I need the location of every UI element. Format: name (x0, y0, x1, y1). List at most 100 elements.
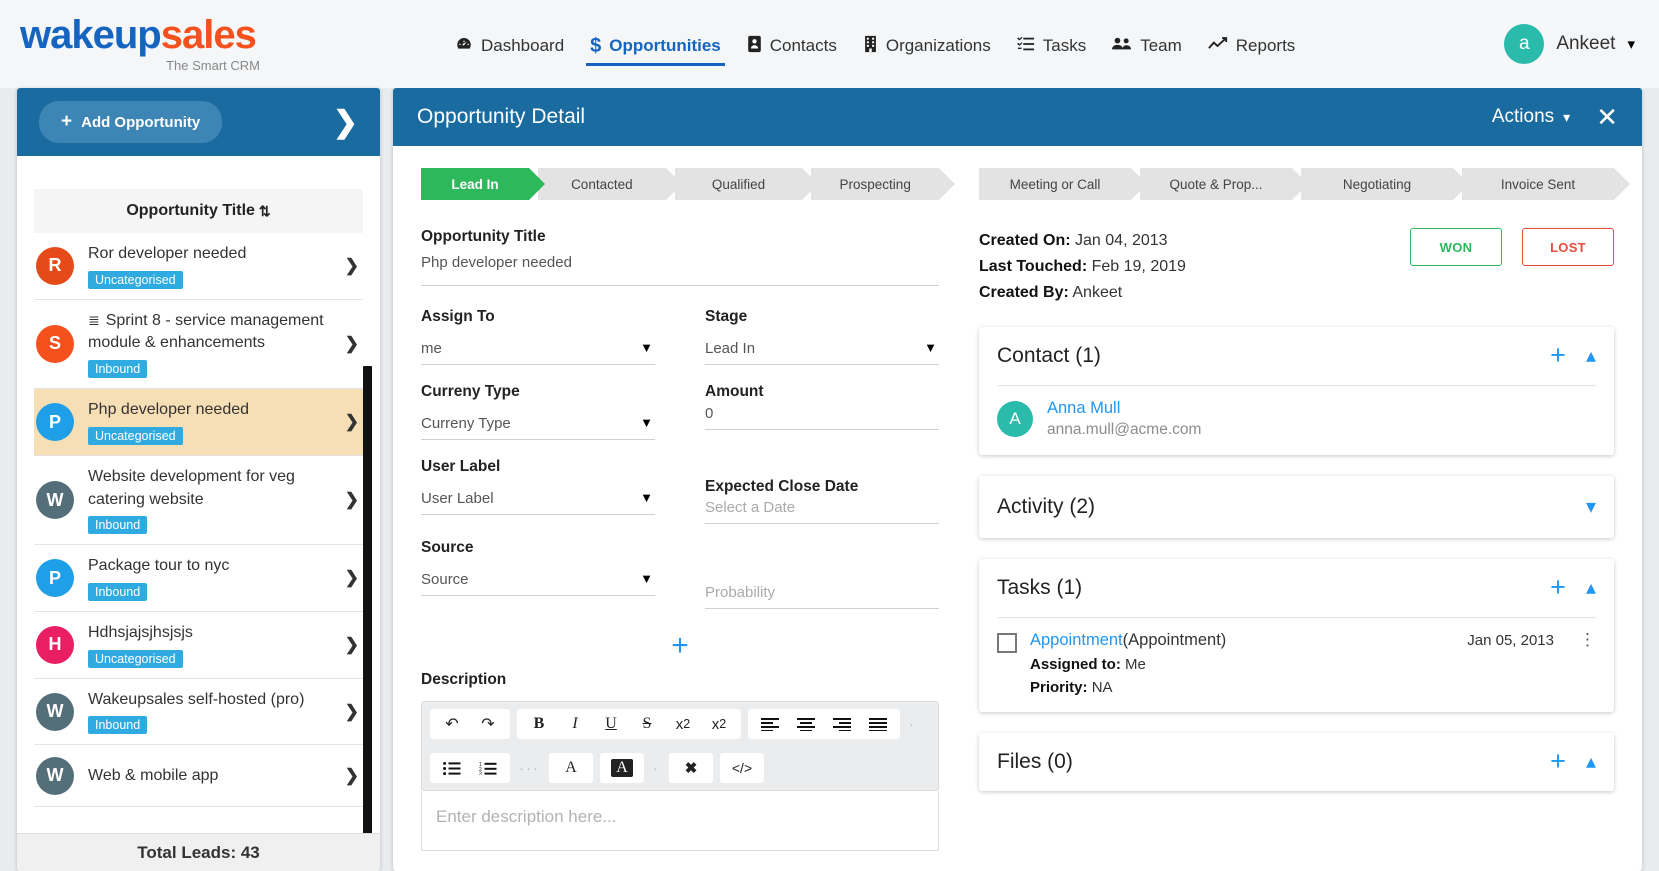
list-item[interactable]: P Php developer needed Uncategorised ❯ (34, 389, 363, 456)
bold-icon[interactable]: B (521, 709, 557, 739)
list-item[interactable]: R Ror developer needed Uncategorised ❯ (34, 233, 363, 300)
chevron-up-icon[interactable]: ▴ (1586, 752, 1596, 772)
chevron-down-icon[interactable]: ▼ (640, 490, 653, 505)
contact-card-tools: + ▴ (1550, 342, 1596, 369)
align-right-icon[interactable] (824, 709, 860, 739)
activity-card-header[interactable]: Activity (2) ▾ (997, 476, 1596, 538)
stage-contacted[interactable]: Contacted (538, 168, 682, 200)
currency-type-value[interactable]: Curreny Type (421, 415, 655, 440)
subscript-icon[interactable]: x2 (665, 709, 701, 739)
underline-icon[interactable]: U (593, 709, 629, 739)
nav-item-reports[interactable]: Reports (1207, 0, 1295, 88)
chevron-down-icon[interactable]: ▾ (1586, 497, 1596, 517)
lost-button[interactable]: LOST (1522, 228, 1614, 266)
chevron-right-icon[interactable]: ❯ (345, 412, 359, 432)
description-input[interactable]: Enter description here... (421, 791, 939, 851)
stage-quote-proposal[interactable]: Quote & Prop... (1140, 168, 1308, 200)
files-card-header: Files (0) + ▴ (997, 733, 1596, 791)
nav-item-organizations[interactable]: Organizations (863, 0, 991, 88)
table-row[interactable]: Appointment(Appointment) Assigned to: Me… (997, 630, 1596, 696)
sidebar-scrollbar[interactable] (363, 366, 372, 871)
stage-invoice-sent[interactable]: Invoice Sent (1462, 168, 1630, 200)
bullet-list-icon[interactable] (434, 753, 470, 783)
list-item[interactable]: A Anna Mull anna.mull@acme.com (997, 399, 1596, 439)
chevron-down-icon[interactable]: ▼ (640, 571, 653, 586)
chevron-up-icon[interactable]: ▴ (1586, 346, 1596, 366)
align-justify-icon[interactable] (860, 709, 896, 739)
contact-name-link[interactable]: Anna Mull (1047, 399, 1201, 418)
clear-format-icon[interactable]: ✖ (673, 753, 709, 783)
toolbar-group-history: ↶ ↷ (430, 709, 510, 739)
chevron-right-icon[interactable]: ❯ (345, 334, 359, 354)
kebab-menu-icon[interactable]: ⋮ (1579, 630, 1596, 650)
nav-item-contacts[interactable]: Contacts (747, 0, 837, 88)
add-field-button[interactable]: + (421, 631, 939, 661)
code-view-icon[interactable]: </> (724, 753, 760, 783)
list-item[interactable]: S ≣ Sprint 8 - service management module … (34, 300, 363, 390)
list-item[interactable]: P Package tour to nyc Inbound ❯ (34, 545, 363, 613)
strikethrough-icon[interactable]: S (629, 709, 665, 739)
add-file-icon[interactable]: + (1550, 748, 1566, 775)
undo-icon[interactable]: ↶ (434, 709, 470, 739)
align-left-icon[interactable] (752, 709, 788, 739)
chevron-down-icon[interactable]: ▼ (924, 340, 937, 355)
stage-value[interactable]: Lead In (705, 340, 939, 365)
add-task-icon[interactable]: + (1550, 574, 1566, 601)
detail-header: Opportunity Detail Actions ▾ ✕ (393, 88, 1642, 146)
align-center-icon[interactable] (788, 709, 824, 739)
list-item[interactable]: W Wakeupsales self-hosted (pro) Inbound … (34, 679, 363, 746)
list-item[interactable]: W Web & mobile app ❯ (34, 745, 363, 808)
stage-negotiating[interactable]: Negotiating (1301, 168, 1469, 200)
chevron-right-icon[interactable]: ❯ (345, 490, 359, 510)
task-checkbox[interactable] (997, 632, 1017, 653)
contact-card-icon (747, 35, 762, 58)
sort-by-title-header[interactable]: Opportunity Title ⇅ (34, 189, 363, 233)
chevron-right-icon[interactable]: ❯ (345, 635, 359, 655)
add-contact-icon[interactable]: + (1550, 342, 1566, 369)
redo-icon[interactable]: ↷ (470, 709, 506, 739)
nav-item-team[interactable]: Team (1112, 0, 1182, 88)
assign-to-value[interactable]: me (421, 340, 655, 365)
chevron-down-icon[interactable]: ▼ (640, 340, 653, 355)
task-title-link[interactable]: Appointment (1030, 631, 1123, 649)
add-opportunity-button[interactable]: + Add Opportunity (39, 101, 223, 143)
stage-lead-in[interactable]: Lead In (421, 168, 545, 200)
chevron-up-icon[interactable]: ▴ (1586, 578, 1596, 598)
stage-prospecting[interactable]: Prospecting (811, 168, 955, 200)
list-item-body: Web & mobile app (88, 765, 331, 788)
team-icon (1112, 36, 1132, 56)
user-menu[interactable]: a Ankeet ▾ (1504, 24, 1635, 64)
chevron-right-icon[interactable]: ❯ (345, 702, 359, 722)
chevron-right-icon[interactable]: ❯ (333, 105, 358, 140)
opportunity-list[interactable]: R Ror developer needed Uncategorised ❯ S… (34, 233, 363, 871)
expected-close-date-value[interactable]: Select a Date (705, 499, 939, 524)
text-color-icon[interactable]: A (553, 753, 589, 783)
user-label-value[interactable]: User Label (421, 490, 655, 515)
probability-input[interactable]: Probability (705, 584, 939, 609)
amount-value[interactable]: 0 (705, 405, 939, 430)
nav-item-tasks[interactable]: Tasks (1016, 0, 1086, 88)
list-item[interactable]: H Hdhsjajsjhsjsjs Uncategorised ❯ (34, 612, 363, 679)
chevron-down-icon[interactable]: ▼ (640, 415, 653, 430)
nav-item-dashboard[interactable]: Dashboard (455, 0, 564, 88)
toolbar-group-lists: 123 (430, 753, 510, 783)
chevron-right-icon[interactable]: ❯ (345, 568, 359, 588)
highlight-color-icon[interactable]: A (604, 753, 640, 783)
chevron-right-icon[interactable]: ❯ (345, 256, 359, 276)
opportunity-title-value[interactable]: Php developer needed (421, 254, 939, 286)
task-assigned-label: Assigned to: (1030, 655, 1121, 673)
files-card-tools: + ▴ (1550, 748, 1596, 775)
stage-meeting-or-call[interactable]: Meeting or Call (979, 168, 1147, 200)
numbered-list-icon[interactable]: 123 (470, 753, 506, 783)
won-button[interactable]: WON (1410, 228, 1502, 266)
list-item[interactable]: W Website development for veg catering w… (34, 456, 363, 546)
brand-logo[interactable]: wakeupsales The Smart CRM (20, 15, 320, 73)
close-icon[interactable]: ✕ (1596, 102, 1618, 133)
nav-item-opportunities[interactable]: $ Opportunities (586, 0, 725, 88)
chevron-right-icon[interactable]: ❯ (345, 766, 359, 786)
stage-qualified[interactable]: Qualified (674, 168, 818, 200)
italic-icon[interactable]: I (557, 709, 593, 739)
source-value[interactable]: Source (421, 571, 655, 596)
superscript-icon[interactable]: x2 (701, 709, 737, 739)
actions-dropdown[interactable]: Actions ▾ (1492, 106, 1570, 128)
